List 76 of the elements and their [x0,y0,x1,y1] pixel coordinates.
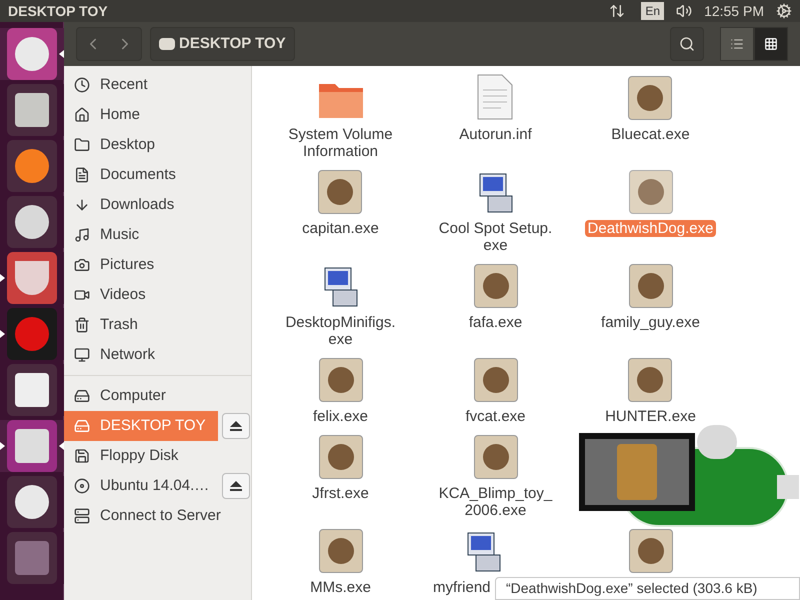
file-item[interactable]: Cool Spot Setup. exe [428,170,564,254]
eject-icon [230,421,242,431]
sidebar-item[interactable]: Trash [64,310,251,340]
network-arrows-icon[interactable] [609,3,626,19]
volume-icon[interactable] [676,3,692,19]
program-icon [628,76,672,120]
eject-button[interactable] [222,473,250,499]
program-icon [628,264,672,308]
launcher-item[interactable] [0,420,64,472]
network-icon [74,347,90,363]
file-item[interactable]: HUNTER.exe [602,358,699,425]
file-item[interactable]: DesktopMinifigs. exe [272,264,408,348]
launcher-item[interactable] [0,252,64,304]
program-icon [318,435,362,479]
program-icon [318,170,362,214]
sidebar-item[interactable]: Computer [64,381,251,411]
sidebar-item[interactable]: Network [64,340,251,370]
program-icon [474,435,518,479]
sidebar-item[interactable]: Music [64,220,251,250]
file-item[interactable]: Bluecat.exe [608,76,693,143]
sidebar-item[interactable]: Pictures [64,250,251,280]
sidebar-item[interactable]: Ubuntu 14.04.… [64,471,218,501]
document-icon [74,167,90,183]
file-item[interactable]: fafa.exe [466,264,526,331]
drive-icon [74,418,90,434]
program-icon [628,358,672,402]
file-item[interactable]: KCA_Blimp_toy_ 2006.exe [428,435,564,519]
path-button[interactable]: DESKTOP TOY [150,27,295,61]
program-icon [318,358,362,402]
window-title: DESKTOP TOY [8,2,108,20]
settings-icon[interactable] [776,3,792,19]
eject-icon [230,481,242,491]
file-item[interactable]: capitan.exe [299,170,382,237]
program-icon [318,529,362,573]
file-item[interactable]: System Volume Information [272,76,408,160]
folder-icon [74,137,90,153]
file-item[interactable]: fvcat.exe [462,358,529,425]
computer-icon [74,388,90,404]
home-icon [74,107,90,123]
search-button[interactable] [670,27,704,61]
file-item[interactable]: felix.exe [310,358,372,425]
clock[interactable]: 12:55 PM [704,0,764,22]
sidebar-item[interactable]: Desktop [64,130,251,160]
sidebar-item[interactable]: Connect to Server [64,501,251,531]
sidebar-item[interactable]: Floppy Disk [64,441,251,471]
disc-icon [74,478,90,494]
sidebar-item[interactable]: Documents [64,160,251,190]
document-icon [477,74,514,120]
sidebar-item[interactable]: Recent [64,70,251,100]
sidebar-item[interactable]: Videos [64,280,251,310]
file-item[interactable] [628,529,672,573]
grid-view-button[interactable] [754,27,788,61]
program-icon [628,529,672,573]
drive-icon [159,38,175,50]
keyboard-indicator[interactable]: En [641,2,664,20]
search-icon [679,36,695,52]
file-item[interactable]: family_guy.exe [598,264,703,331]
program-icon [474,264,518,308]
program-icon [628,170,672,214]
download-icon [74,197,90,213]
music-icon [74,227,90,243]
launcher-item[interactable] [0,28,64,80]
sidebar-item[interactable]: Downloads [64,190,251,220]
server-icon [74,508,90,524]
file-item[interactable]: Autorun.inf [456,76,535,143]
file-item[interactable]: Jfrst.exe [309,435,372,502]
list-icon [730,37,744,51]
status-bar: “DeathwishDog.exe” selected (303.6 kB) [495,577,800,600]
list-view-button[interactable] [720,27,754,61]
clock-icon [74,77,90,93]
program-icon [474,358,518,402]
file-item[interactable]: MMs.exe [307,529,374,596]
sidebar-item[interactable]: Home [64,100,251,130]
eject-button[interactable] [222,413,250,439]
grid-icon [764,37,778,51]
camera-icon [74,257,90,273]
